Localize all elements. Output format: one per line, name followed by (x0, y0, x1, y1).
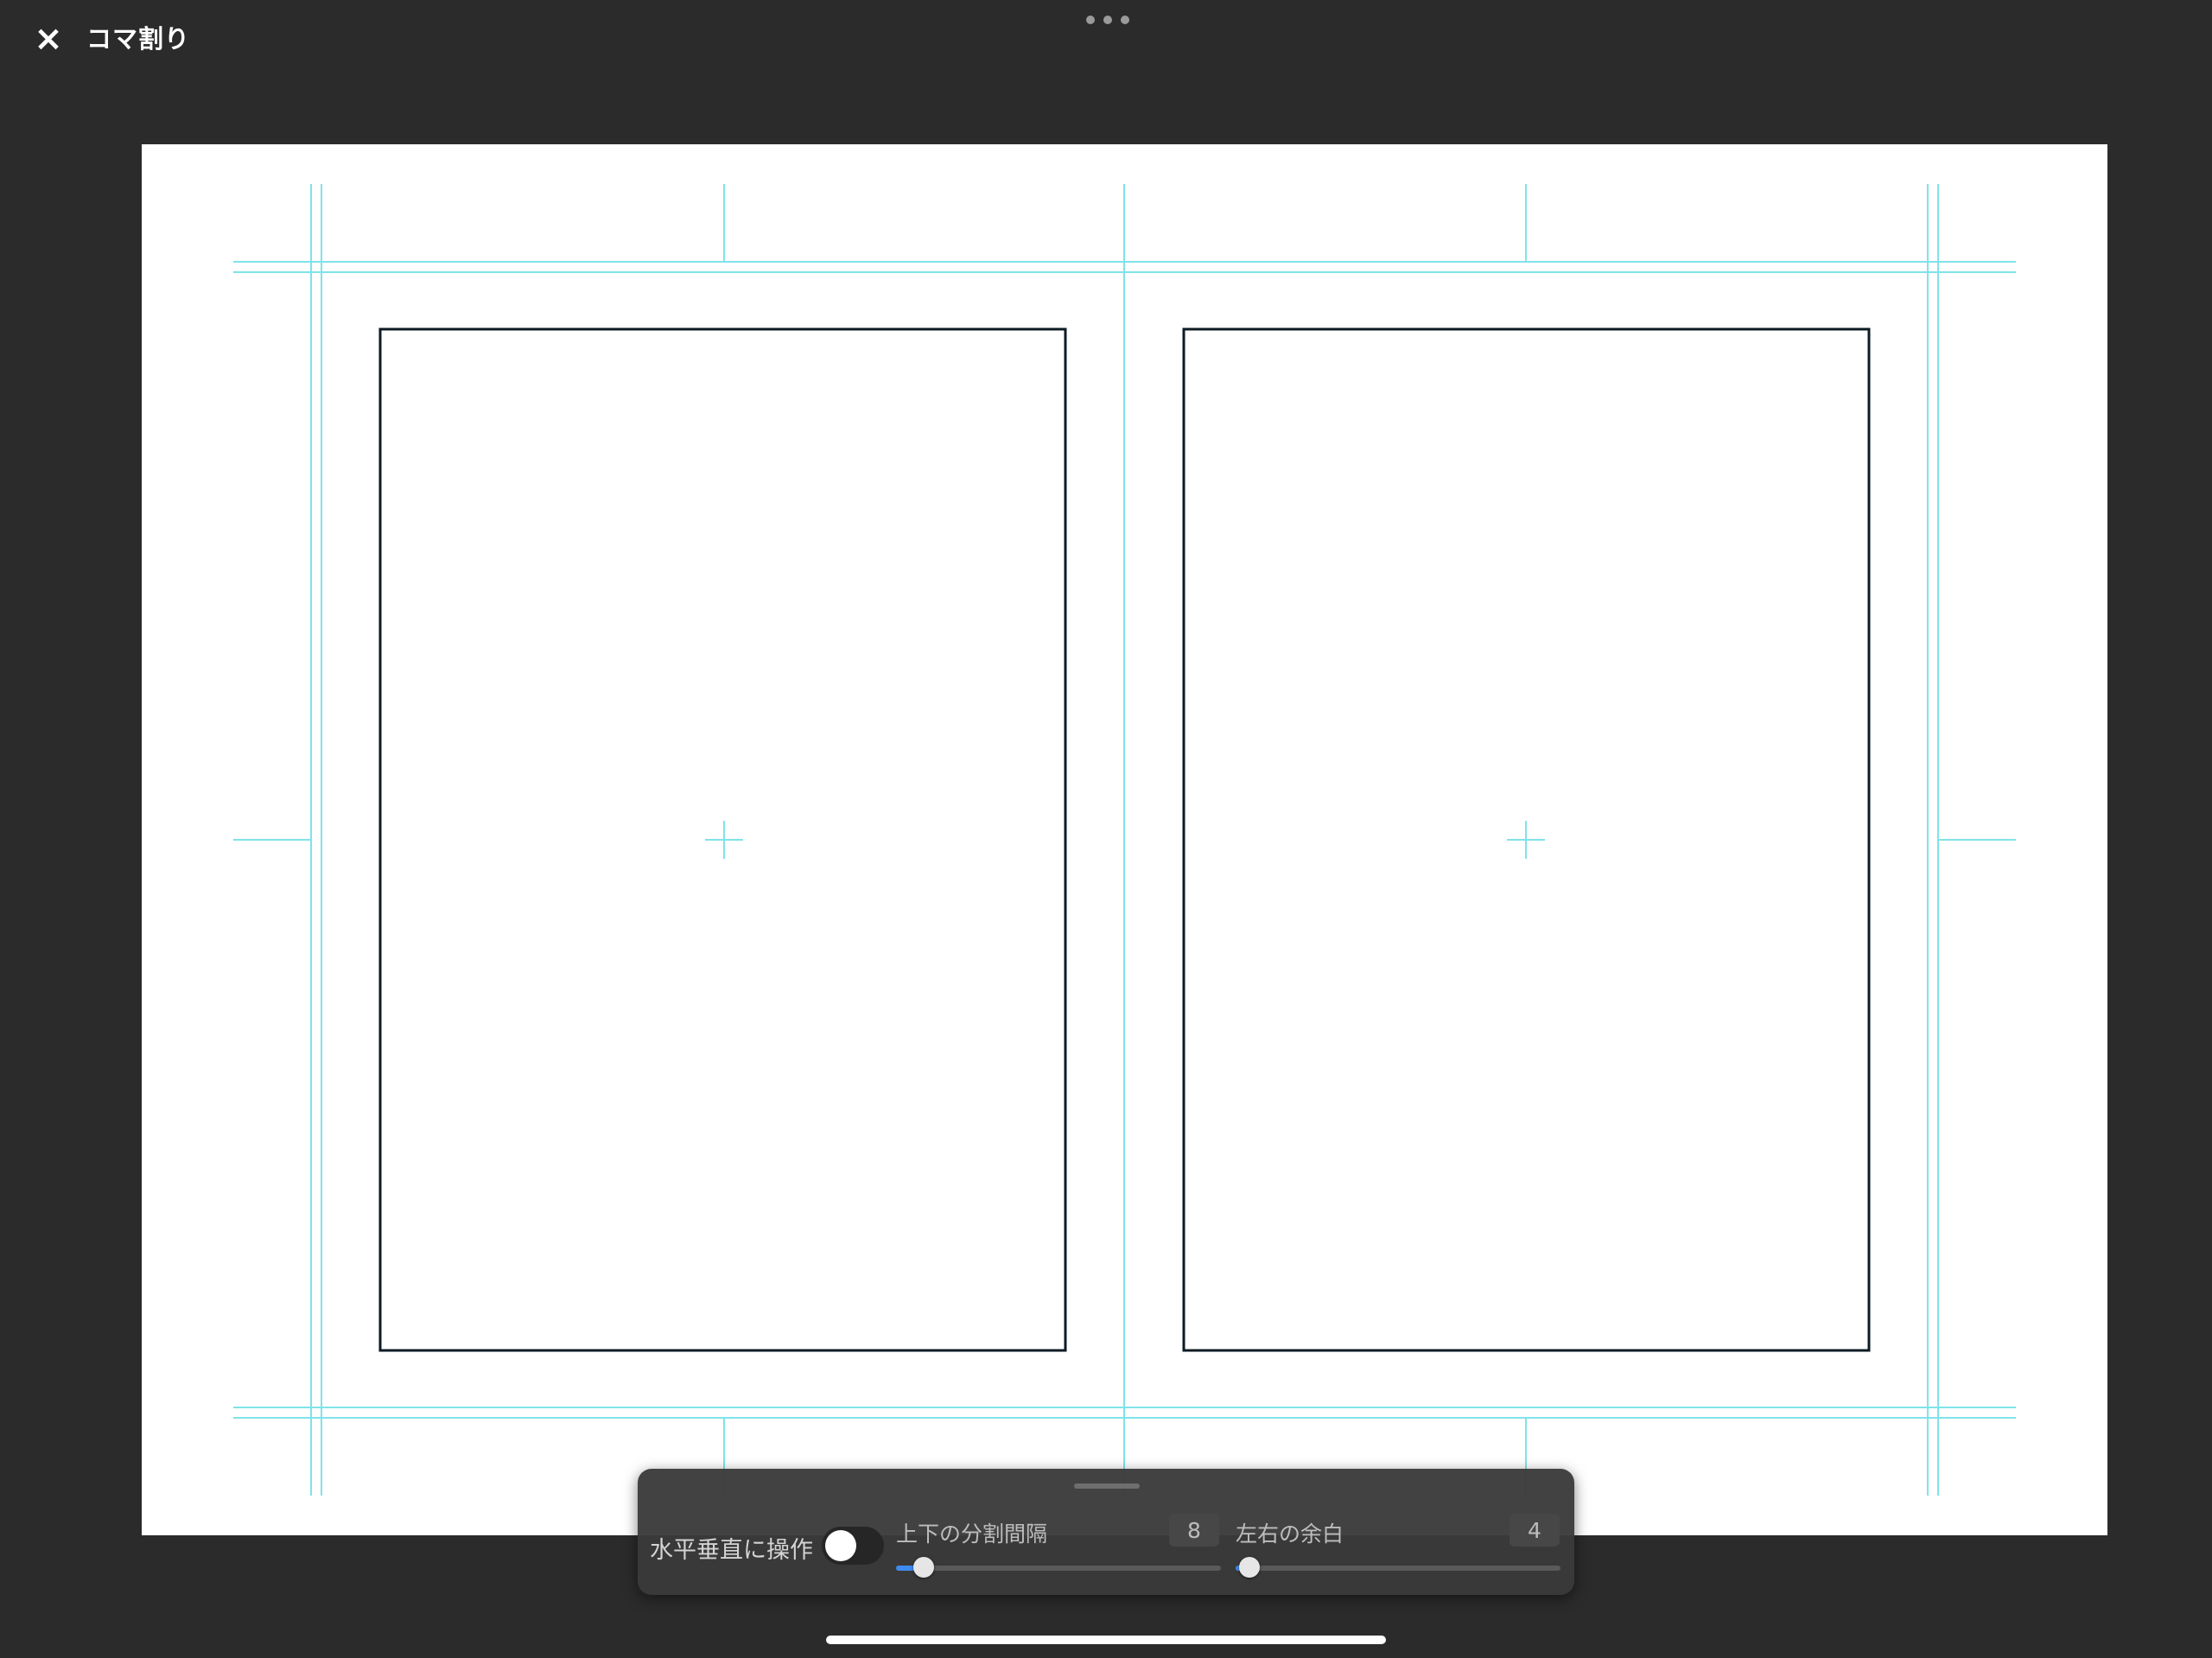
drag-handle[interactable] (1074, 1483, 1140, 1489)
vertical-gap-slider[interactable] (896, 1557, 1221, 1578)
home-indicator[interactable] (826, 1636, 1386, 1644)
manga-page-canvas[interactable] (142, 144, 2107, 1535)
vertical-gap-label: 上下の分割間隔 (896, 1521, 1048, 1547)
dot (1086, 16, 1095, 24)
frame-settings-panel: 水平垂直に操作 上下の分割間隔 8 左右の余白 4 (638, 1469, 1574, 1595)
side-margin-slider[interactable] (1236, 1557, 1560, 1578)
dot (1121, 16, 1129, 24)
top-bar: × コマ割り (0, 0, 2212, 86)
side-margin-value[interactable]: 4 (1510, 1514, 1560, 1547)
side-margin-label: 左右の余白 (1236, 1521, 1344, 1547)
slider-thumb[interactable] (913, 1557, 934, 1578)
more-options-icon[interactable] (1086, 10, 1129, 29)
vertical-gap-value[interactable]: 8 (1169, 1514, 1219, 1547)
page-title: コマ割り (86, 24, 191, 54)
dot (1103, 16, 1112, 24)
toggle-knob (825, 1530, 856, 1561)
page-guides (233, 184, 2016, 1496)
close-icon[interactable]: × (29, 17, 67, 60)
slider-thumb[interactable] (1239, 1557, 1260, 1578)
toggle-label: 水平垂直に操作 (650, 1537, 813, 1564)
horizontal-vertical-toggle[interactable] (822, 1527, 884, 1565)
